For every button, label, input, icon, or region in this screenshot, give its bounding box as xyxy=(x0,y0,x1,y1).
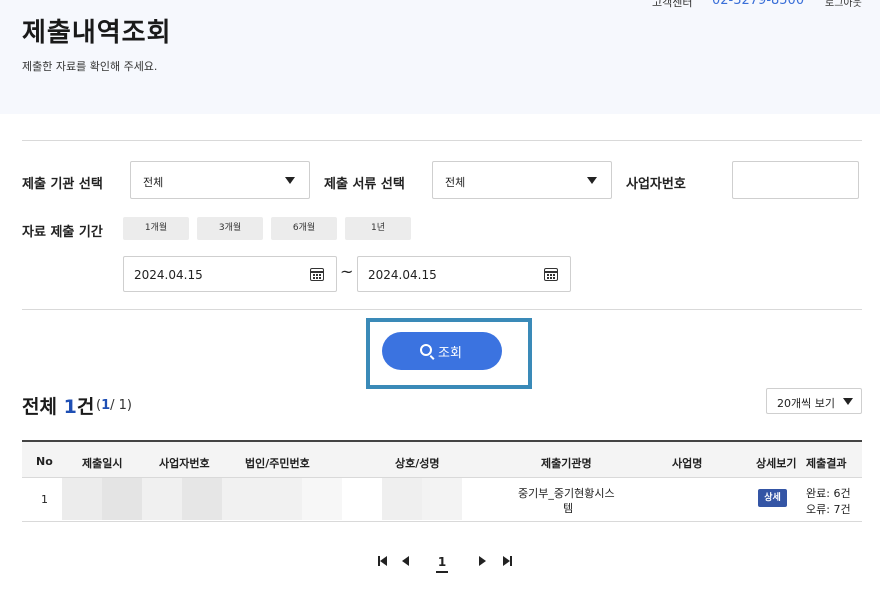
support-phone[interactable]: 02-3279-8500 xyxy=(712,0,804,8)
total-suffix: 건 xyxy=(76,396,95,418)
col-biz-number: 사업자번호 xyxy=(159,457,210,470)
logout-link[interactable]: 로그아웃 xyxy=(825,0,862,9)
col-detail: 상세보기 xyxy=(756,457,797,470)
row-result-ok: 완료: 6건 xyxy=(806,487,851,500)
calendar-icon[interactable] xyxy=(310,268,324,281)
page-title: 제출내역조회 xyxy=(22,18,172,48)
date-from-input[interactable]: 2024.04.15 xyxy=(123,256,337,292)
support-label: 고객센터 xyxy=(652,0,693,9)
first-page-icon[interactable] xyxy=(378,555,388,567)
page: 제출내역조회 제출한 자료를 확인해 주세요. 고객센터 02-3279-850… xyxy=(0,0,880,592)
caret-down-icon xyxy=(587,177,597,184)
search-icon xyxy=(420,344,432,356)
redacted-cell xyxy=(62,478,102,520)
total-prefix: 전체 xyxy=(22,396,57,418)
caret-down-icon xyxy=(285,177,295,184)
date-from-value: 2024.04.15 xyxy=(134,268,203,282)
page-info-rest: / 1) xyxy=(110,398,132,413)
divider-filters xyxy=(22,309,862,310)
col-corp-id: 법인/주민번호 xyxy=(245,457,310,470)
page-number-current[interactable]: 1 xyxy=(436,555,448,573)
period-chip-1y[interactable]: 1년 xyxy=(345,217,411,240)
col-agency: 제출기관명 xyxy=(541,457,592,470)
table-header: No 제출일시 사업자번호 법인/주민번호 상호/성명 제출기관명 사업명 상세… xyxy=(22,440,862,478)
col-no: No xyxy=(36,455,53,468)
date-to-input[interactable]: 2024.04.15 xyxy=(357,256,571,292)
agency-select[interactable]: 전체 xyxy=(130,161,310,199)
search-button[interactable]: 조회 xyxy=(382,332,502,370)
page-header: 제출내역조회 제출한 자료를 확인해 주세요. 고객센터 02-3279-850… xyxy=(0,0,880,114)
redacted-cell xyxy=(102,478,142,520)
col-project: 사업명 xyxy=(672,457,703,470)
doc-label: 제출 서류 선택 xyxy=(324,177,405,192)
per-page-value: 20개씩 보기 xyxy=(777,397,835,410)
date-separator: ~ xyxy=(340,262,354,281)
detail-button[interactable]: 상세 xyxy=(758,489,787,507)
divider-top xyxy=(22,140,862,141)
redacted-cell xyxy=(302,478,342,520)
total-count: 전체 1건 xyxy=(22,392,94,419)
col-company: 상호/성명 xyxy=(395,457,440,470)
row-agency-line1: 중기부_중기현황시스 xyxy=(518,487,615,500)
row-no: 1 xyxy=(41,493,48,506)
per-page-select[interactable]: 20개씩 보기 xyxy=(766,388,862,414)
table-row: 1 중기부_중기현황시스 템 상세 완료: 6건 오류: 7건 xyxy=(22,478,862,522)
next-page-icon[interactable] xyxy=(479,555,487,567)
date-to-value: 2024.04.15 xyxy=(368,268,437,282)
doc-select-value: 전체 xyxy=(445,176,466,189)
search-button-label: 조회 xyxy=(438,346,462,361)
page-subtitle: 제출한 자료를 확인해 주세요. xyxy=(22,60,158,73)
redacted-cell xyxy=(182,478,222,520)
page-info-current: 1 xyxy=(101,398,111,413)
row-agency-line2: 템 xyxy=(563,502,574,515)
prev-page-icon[interactable] xyxy=(402,555,410,567)
period-chip-1m[interactable]: 1개월 xyxy=(123,217,189,240)
calendar-icon[interactable] xyxy=(544,268,558,281)
agency-select-value: 전체 xyxy=(143,176,164,189)
page-info: (1/ 1) xyxy=(96,398,132,413)
last-page-icon[interactable] xyxy=(503,555,513,567)
agency-label: 제출 기관 선택 xyxy=(22,177,103,192)
bizno-input[interactable] xyxy=(732,161,859,199)
redacted-cell xyxy=(382,478,422,520)
col-submitted-at: 제출일시 xyxy=(82,457,123,470)
col-result: 제출결과 xyxy=(806,457,847,470)
redacted-cell xyxy=(142,478,182,520)
period-chip-6m[interactable]: 6개월 xyxy=(271,217,337,240)
doc-select[interactable]: 전체 xyxy=(432,161,612,199)
caret-down-icon xyxy=(843,398,853,405)
row-result-err: 오류: 7건 xyxy=(806,503,851,516)
period-chip-3m[interactable]: 3개월 xyxy=(197,217,263,240)
redacted-cell xyxy=(422,478,462,520)
period-label: 자료 제출 기간 xyxy=(22,225,103,240)
redacted-cell xyxy=(222,478,302,520)
total-number: 1 xyxy=(63,396,77,418)
bizno-label: 사업자번호 xyxy=(626,177,686,192)
